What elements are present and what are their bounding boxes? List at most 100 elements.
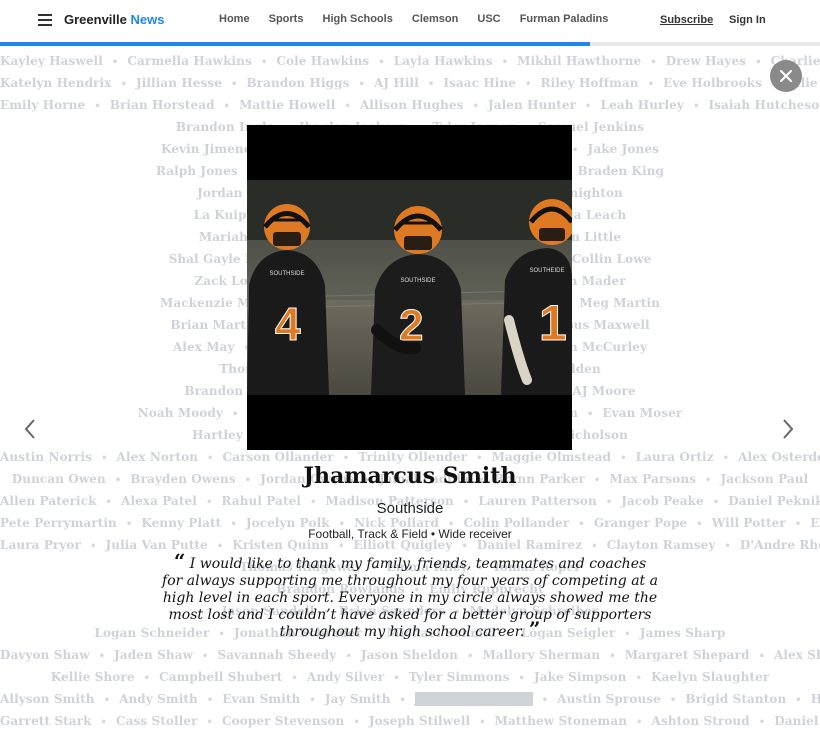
name-wall-entry[interactable]: Mikhil Hawthorne [517, 54, 641, 68]
nav-usc[interactable]: USC [477, 13, 500, 25]
site-header: Greenville News Home Sports High Schools… [0, 0, 820, 42]
name-wall-entry[interactable]: Alex Shirley [774, 648, 820, 662]
name-wall-entry[interactable]: Carmella Hawkins [127, 54, 251, 68]
name-wall-entry[interactable]: Tyler Simmons [409, 670, 510, 684]
bullet-separator: • [692, 101, 700, 112]
name-wall-entry[interactable]: Matthew Stoneman [495, 714, 627, 728]
name-wall-entry[interactable]: Allison Hughes [360, 98, 464, 112]
name-wall-entry[interactable]: Eve Holbrooks [663, 76, 762, 90]
name-wall-entry[interactable]: Margaret Shepard [625, 648, 750, 662]
sign-in-link[interactable]: Sign In [729, 14, 766, 26]
bullet-separator: • [202, 651, 209, 662]
name-wall-entry[interactable]: Isaiah Hutcheson [708, 98, 820, 112]
name-wall-entry[interactable]: Collin Lowe [572, 252, 652, 266]
name-wall-entry[interactable]: AJ Moore [572, 384, 635, 398]
name-wall-entry[interactable]: Drew Hayes [666, 54, 746, 68]
name-wall-entry[interactable]: Cass Stoller [116, 714, 198, 728]
name-wall-entry[interactable]: Pete Perrymartin [0, 516, 117, 530]
name-wall-entry[interactable]: Jason Sheldon [361, 648, 458, 662]
name-wall-entry[interactable]: Jhamarcus Smith [415, 692, 533, 706]
bullet-separator: • [344, 101, 351, 112]
name-wall-entry[interactable]: Isaac Hine [443, 76, 516, 90]
name-wall-entry[interactable]: Riley Hoffman [541, 76, 639, 90]
name-wall-entry[interactable]: Ethan Pratt [810, 516, 820, 530]
nav-sports[interactable]: Sports [269, 13, 304, 25]
name-wall-entry[interactable]: Savannah Sheedy [218, 648, 337, 662]
logo-prefix: Greenville [64, 12, 127, 27]
name-wall-entry[interactable]: Austin Norris [0, 450, 92, 464]
name-wall-entry[interactable]: Cole Hawkins [276, 54, 369, 68]
name-wall-entry[interactable]: Will Potter [712, 516, 786, 530]
name-wall-entry[interactable]: Kayley Haswell [0, 54, 103, 68]
bullet-separator: • [572, 145, 579, 156]
name-wall-entry[interactable]: AJ Hill [374, 76, 419, 90]
name-wall-entry[interactable]: Jalen Hunter [488, 98, 576, 112]
name-wall-entry[interactable]: Emily Horne [0, 98, 85, 112]
bullet-separator: • [260, 57, 268, 68]
name-wall-entry[interactable]: Leah Hurley [601, 98, 684, 112]
name-wall-entry[interactable]: Alex May [173, 340, 235, 354]
bullet-separator: • [647, 79, 655, 90]
name-wall-entry[interactable]: Katelyn Hendrix [0, 76, 111, 90]
close-icon [780, 70, 792, 82]
name-wall-entry[interactable]: Jaden Shaw [114, 648, 193, 662]
name-wall-entry[interactable]: Ashton Stroud [652, 714, 750, 728]
name-wall-entry[interactable]: Alex Osterdorff [738, 450, 820, 464]
name-wall-entry[interactable]: Haydon Stephens [811, 692, 820, 706]
name-wall-entry[interactable]: Evan Moser [602, 406, 682, 420]
next-button[interactable] [780, 418, 796, 444]
name-wall-entry[interactable]: Jillian Hesse [136, 76, 222, 90]
bullet-separator: • [525, 79, 532, 90]
nav-home[interactable]: Home [219, 13, 250, 25]
name-wall-entry[interactable]: Davyon Shaw [0, 648, 90, 662]
name-wall-entry[interactable]: Brandon Higgs [246, 76, 349, 90]
nav-clemson[interactable]: Clemson [412, 13, 458, 25]
name-wall-entry[interactable]: Evan Smith [222, 692, 300, 706]
name-wall-entry[interactable]: Braden King [578, 164, 664, 178]
name-wall-entry[interactable]: Austin Sprouse [557, 692, 661, 706]
name-wall-entry[interactable]: Brigid Stanton [685, 692, 786, 706]
nav-high-schools[interactable]: High Schools [323, 13, 393, 25]
name-wall-entry[interactable]: Kellie Shore [51, 670, 135, 684]
bullet-separator: • [143, 673, 151, 684]
name-wall-entry[interactable]: Noah Moody [138, 406, 223, 420]
bullet-separator: • [393, 673, 400, 684]
name-wall-entry[interactable]: Jay Smith [325, 692, 391, 706]
bullet-separator: • [541, 695, 549, 706]
hamburger-icon[interactable] [38, 14, 52, 26]
name-wall-entry[interactable]: Allen Paterick [0, 494, 97, 508]
name-wall-entry[interactable]: Andy Silver [307, 670, 384, 684]
name-wall-entry[interactable]: Cooper Stevenson [222, 714, 344, 728]
bullet-separator: • [125, 519, 133, 530]
previous-button[interactable] [22, 418, 38, 444]
name-wall-entry[interactable]: Andy Smith [119, 692, 198, 706]
name-wall-entry[interactable]: Brian Horstead [110, 98, 215, 112]
close-button[interactable] [770, 60, 802, 92]
name-wall-entry[interactable]: Duncan Owen [12, 472, 106, 486]
name-wall-entry[interactable]: D'Andre Rhodes [740, 538, 820, 552]
name-wall-row: Kayley Haswell • Carmella Hawkins • Cole Haw… [0, 54, 820, 68]
name-wall-entry[interactable]: Meg Martin [579, 296, 660, 310]
name-wall-entry[interactable]: Layla Hawkins [394, 54, 493, 68]
name-wall-entry[interactable]: Mattie Howell [239, 98, 335, 112]
left-jersey-text: SOUTHSIDE [269, 271, 304, 277]
name-wall-entry[interactable]: Daniel Peknik [728, 494, 820, 508]
name-wall-entry[interactable]: Jackson Paul [721, 472, 809, 486]
name-wall-entry[interactable]: Ralph Jones [156, 164, 238, 178]
name-wall-entry[interactable]: Mallory Sherman [483, 648, 601, 662]
name-wall-entry[interactable]: Garrett Stark [0, 714, 92, 728]
name-wall-entry[interactable]: Laura Pryor [0, 538, 81, 552]
name-wall-entry[interactable]: Jake Simpson [534, 670, 627, 684]
bullet-separator: • [794, 519, 802, 530]
name-wall-entry[interactable]: Campbell Shubert [159, 670, 282, 684]
name-wall-entry[interactable]: Kaelyn Slaughter [651, 670, 769, 684]
name-wall-entry[interactable]: Daniel Strydhof [774, 714, 820, 728]
name-wall-entry[interactable]: Joseph Stilwell [369, 714, 470, 728]
name-wall-entry[interactable]: Kevin Jimenez [161, 142, 258, 156]
name-wall-entry[interactable]: Allyson Smith [0, 692, 95, 706]
site-logo[interactable]: Greenville News [64, 12, 164, 27]
subscribe-link[interactable]: Subscribe [660, 14, 713, 26]
bullet-separator: • [635, 673, 643, 684]
nav-furman-paladins[interactable]: Furman Paladins [520, 13, 609, 25]
name-wall-entry[interactable]: Jake Jones [588, 142, 659, 156]
